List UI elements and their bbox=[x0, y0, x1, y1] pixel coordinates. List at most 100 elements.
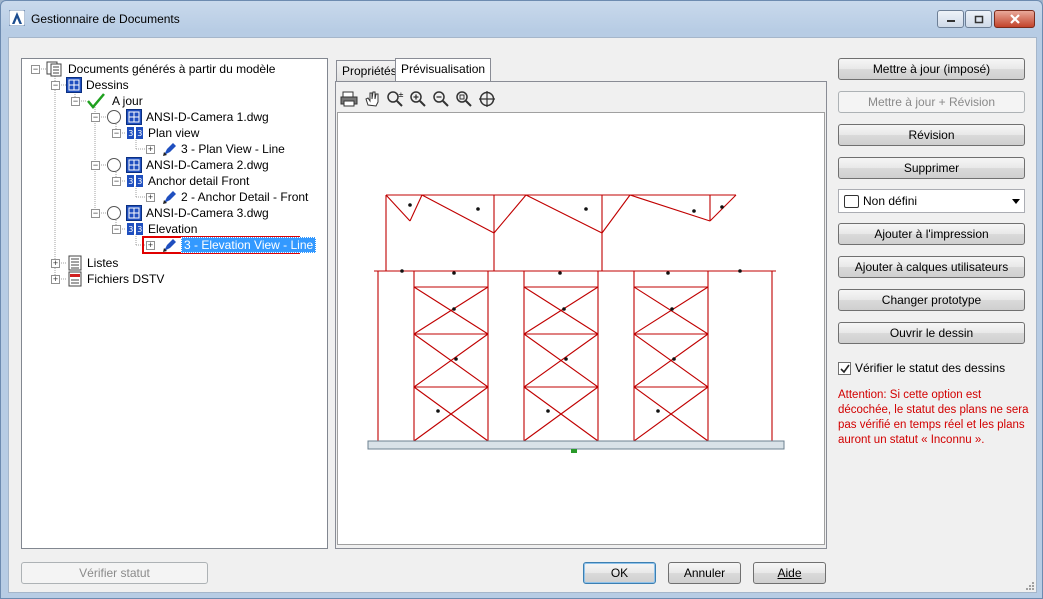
update-forced-button[interactable]: Mettre à jour (imposé) bbox=[838, 58, 1025, 80]
tab-preview[interactable]: Prévisualisation bbox=[395, 58, 492, 82]
chevron-down-icon bbox=[1012, 199, 1020, 204]
zoom-window-icon[interactable]: ± bbox=[386, 90, 405, 108]
tree-label: ANSI-D-Camera 3.dwg bbox=[146, 206, 269, 220]
tree-label: Dessins bbox=[86, 78, 129, 92]
zoom-all-icon[interactable] bbox=[478, 90, 497, 108]
tree-label: 3 - Plan View - Line bbox=[181, 142, 285, 156]
tree-node-view[interactable]: 33 Plan view bbox=[126, 125, 199, 141]
verify-status-checkbox[interactable] bbox=[838, 361, 851, 375]
svg-text:3: 3 bbox=[128, 177, 133, 186]
preview-canvas[interactable] bbox=[337, 112, 825, 545]
revision-dropdown[interactable]: Non défini bbox=[838, 189, 1025, 213]
tree-node-view[interactable]: 33 Anchor detail Front bbox=[126, 173, 249, 189]
open-drawing-button[interactable]: Ouvrir le dessin bbox=[838, 322, 1025, 344]
tree-node-lists[interactable]: Listes bbox=[66, 255, 118, 271]
tree-label: A jour bbox=[112, 94, 143, 108]
title-bar[interactable]: Gestionnaire de Documents bbox=[1, 1, 1042, 37]
view-icon: 33 bbox=[127, 223, 143, 235]
print-icon[interactable] bbox=[340, 90, 359, 108]
expander-expand[interactable]: + bbox=[146, 241, 155, 250]
document-tree[interactable]: − Documents générés à partir du modèle −… bbox=[21, 58, 328, 549]
warning-line: décochée, le statut des plans ne sera bbox=[838, 404, 1029, 416]
elevation-drawing bbox=[367, 194, 785, 453]
cancel-button[interactable]: Annuler bbox=[668, 562, 741, 584]
tree-node-dstv[interactable]: Fichiers DSTV bbox=[66, 271, 164, 287]
minimize-button[interactable] bbox=[937, 10, 964, 28]
help-button[interactable]: Aide bbox=[753, 562, 826, 584]
tree-label: Plan view bbox=[148, 126, 200, 140]
tree-label: ANSI-D-Camera 1.dwg bbox=[146, 110, 269, 124]
tree-node-detail-selected[interactable]: 3 - Elevation View - Line bbox=[162, 237, 317, 253]
view-icon: 33 bbox=[127, 127, 143, 139]
expander-collapse[interactable]: − bbox=[71, 97, 80, 106]
tree-label: Anchor detail Front bbox=[148, 174, 250, 188]
zoom-in-icon[interactable] bbox=[409, 90, 428, 108]
update-revision-button[interactable]: Mettre à jour + Révision bbox=[838, 91, 1025, 113]
status-circle-icon bbox=[107, 206, 121, 220]
ok-button[interactable]: OK bbox=[583, 562, 656, 584]
expander-collapse[interactable]: − bbox=[91, 161, 100, 170]
expander-expand[interactable]: + bbox=[51, 275, 60, 284]
expander-collapse[interactable]: − bbox=[91, 209, 100, 218]
tree-node-drawings[interactable]: Dessins bbox=[66, 77, 129, 93]
revision-button[interactable]: Révision bbox=[838, 124, 1025, 146]
tree-node-root[interactable]: Documents générés à partir du modèle bbox=[46, 61, 275, 77]
list-icon bbox=[68, 255, 82, 271]
tree-label: Elevation bbox=[148, 222, 198, 236]
dstv-file-icon bbox=[68, 271, 82, 287]
add-layers-button[interactable]: Ajouter à calques utilisateurs bbox=[838, 256, 1025, 278]
pan-hand-icon[interactable] bbox=[363, 90, 382, 108]
pencil-icon bbox=[163, 191, 176, 204]
expander-collapse[interactable]: − bbox=[112, 177, 121, 186]
tree-node-detail[interactable]: 3 - Plan View - Line bbox=[162, 141, 285, 157]
expander-collapse[interactable]: − bbox=[51, 81, 60, 90]
zoom-extents-icon[interactable] bbox=[455, 90, 474, 108]
tab-properties[interactable]: Propriétés bbox=[336, 60, 403, 82]
add-print-button[interactable]: Ajouter à l'impression bbox=[838, 223, 1025, 245]
close-icon bbox=[1009, 14, 1020, 24]
tree-node-detail[interactable]: 2 - Anchor Detail - Front bbox=[162, 189, 308, 205]
tree-node-file[interactable]: ANSI-D-Camera 2.dwg bbox=[106, 157, 269, 173]
drawing-sheet-icon bbox=[126, 109, 142, 125]
warning-text: Attention: Si cette option est décochée,… bbox=[838, 388, 1030, 448]
expander-expand[interactable]: + bbox=[51, 259, 60, 268]
pencil-icon bbox=[163, 143, 176, 156]
delete-button[interactable]: Supprimer bbox=[838, 157, 1025, 179]
tree-label-selected: 3 - Elevation View - Line bbox=[181, 237, 317, 253]
tree-node-file[interactable]: ANSI-D-Camera 1.dwg bbox=[106, 109, 269, 125]
expander-collapse[interactable]: − bbox=[112, 129, 121, 138]
color-swatch bbox=[844, 195, 859, 208]
status-circle-icon bbox=[107, 158, 121, 172]
tree-label: Listes bbox=[87, 256, 119, 270]
tree-node-file[interactable]: ANSI-D-Camera 3.dwg bbox=[106, 205, 269, 221]
svg-text:±: ± bbox=[398, 91, 404, 99]
dialog-client: − Documents générés à partir du modèle −… bbox=[8, 37, 1037, 593]
expander-collapse[interactable]: − bbox=[91, 113, 100, 122]
tree-node-view[interactable]: 33 Elevation bbox=[126, 221, 197, 237]
verify-status-checkbox-row[interactable]: Vérifier le statut des dessins bbox=[838, 360, 1005, 376]
expander-expand[interactable]: + bbox=[146, 145, 155, 154]
svg-text:3: 3 bbox=[128, 129, 133, 138]
expander-expand[interactable]: + bbox=[146, 193, 155, 202]
change-prototype-button[interactable]: Changer prototype bbox=[838, 289, 1025, 311]
warning-line: auront un statut « Inconnu ». bbox=[838, 434, 985, 446]
app-logo-icon bbox=[9, 10, 25, 26]
drawing-sheet-icon bbox=[66, 77, 82, 93]
svg-text:3: 3 bbox=[137, 177, 142, 186]
window-title: Gestionnaire de Documents bbox=[31, 12, 180, 26]
checkmark-icon bbox=[87, 93, 105, 109]
tree-label: Documents générés à partir du modèle bbox=[68, 62, 276, 76]
tree-node-up-to-date[interactable]: A jour bbox=[86, 93, 143, 109]
zoom-out-icon[interactable] bbox=[432, 90, 451, 108]
checkmark-icon bbox=[840, 364, 850, 373]
dialog-window: Gestionnaire de Documents − Documents gé… bbox=[0, 0, 1043, 599]
minimize-icon bbox=[946, 20, 955, 22]
svg-text:3: 3 bbox=[137, 129, 142, 138]
restore-button[interactable] bbox=[965, 10, 992, 28]
resize-grip-icon[interactable] bbox=[1024, 580, 1034, 590]
close-button[interactable] bbox=[994, 10, 1035, 28]
verify-status-button[interactable]: Vérifier statut bbox=[21, 562, 208, 584]
expander-collapse[interactable]: − bbox=[31, 65, 40, 74]
tree-label: 2 - Anchor Detail - Front bbox=[181, 190, 309, 204]
expander-collapse[interactable]: − bbox=[112, 225, 121, 234]
